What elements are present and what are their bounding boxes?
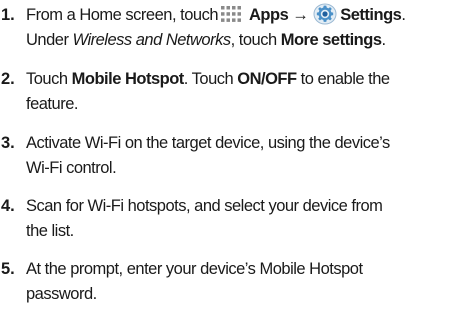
step-number: 4.	[1, 197, 15, 215]
step-number: 5.	[1, 260, 15, 278]
apps-label: Apps	[249, 6, 289, 24]
step-number: 2.	[1, 70, 15, 88]
apps-grid-icon	[220, 5, 246, 30]
arrow-right-icon: →	[292, 6, 309, 24]
step-text: .	[381, 31, 387, 49]
step-text: Under	[26, 31, 73, 49]
step-text: .	[401, 6, 406, 24]
step-number: 1.	[1, 6, 15, 24]
step-text: From a Home screen, touch	[26, 6, 219, 24]
step-text-line-1: Activate Wi-Fi on the target device, usi…	[26, 134, 390, 152]
step-text: Touch	[26, 70, 72, 88]
step-text-line-2: password.	[26, 285, 97, 303]
step-text-line-1: Touch Mobile Hotspot. Touch ON/OFF to en…	[26, 67, 471, 91]
step-text-line-1: Scan for Wi-Fi hotspots, and select your…	[26, 197, 383, 215]
settings-label: Settings	[340, 6, 402, 24]
more-settings-label: More settings	[280, 31, 382, 49]
step-text-line-2: feature.	[26, 95, 78, 113]
mobile-hotspot-label: Mobile Hotspot	[71, 70, 185, 88]
step-text-line-2: Wi-Fi control.	[26, 159, 117, 177]
step-text-line-2: Under Wireless and Networks, touch More …	[26, 28, 471, 52]
step-text-line-2: the list.	[26, 222, 74, 240]
on-off-label: ON/OFF	[237, 70, 297, 88]
step-text: to enable the	[296, 70, 390, 88]
step-text: . Touch	[183, 70, 238, 88]
section-name: Wireless and Networks	[72, 31, 232, 49]
step-number: 3.	[1, 134, 15, 152]
step-text: , touch	[230, 31, 281, 49]
step-text-line-1: At the prompt, enter your device’s Mobil…	[26, 260, 363, 278]
